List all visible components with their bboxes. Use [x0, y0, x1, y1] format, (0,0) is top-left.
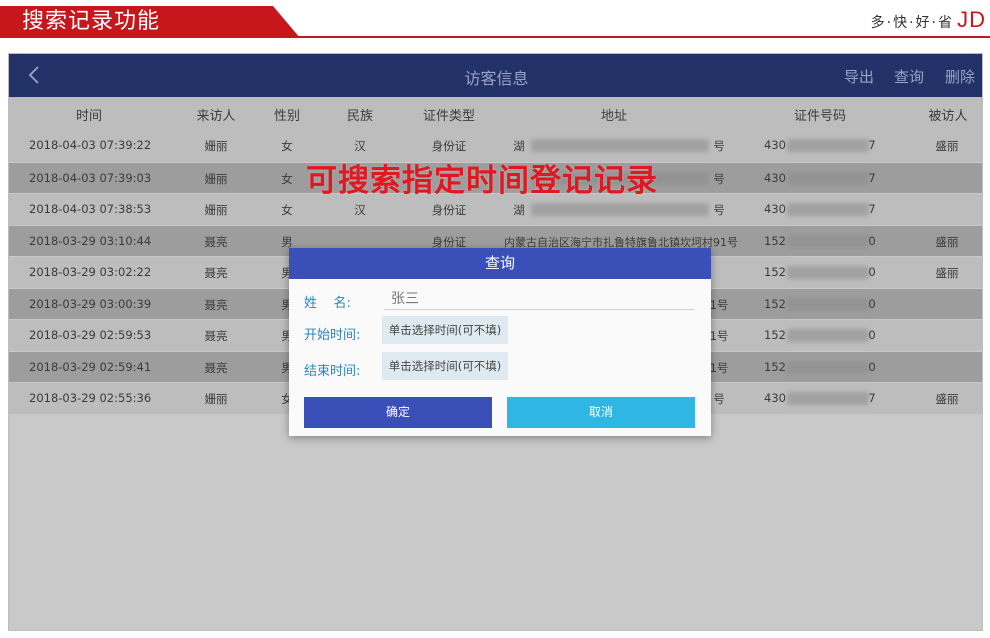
cell-time: 2018-03-29 03:02:22: [29, 265, 152, 279]
cell-id-number-end: 7: [868, 138, 876, 152]
redacted-address: [531, 203, 709, 216]
header-time: 时间: [75, 109, 102, 124]
cell-gender: 女: [281, 203, 293, 217]
cell-id-number-end: 0: [868, 359, 876, 374]
redacted-id-number: [787, 297, 869, 311]
cell-visitor: 聂亮: [204, 234, 228, 249]
query-button[interactable]: 查询: [894, 66, 924, 87]
end-time-picker[interactable]: 单击选择时间(可不填): [382, 352, 508, 380]
redacted-id-number: [787, 203, 869, 216]
name-input[interactable]: 张三: [391, 288, 419, 308]
header-id-type: 证件类型: [422, 109, 475, 124]
cell-id-number-end: 0: [868, 296, 876, 311]
cell-id-number: 152: [764, 233, 786, 248]
name-input-underline: [384, 309, 694, 310]
start-time-label: 开始时间:: [304, 328, 361, 343]
cell-host: 盛丽: [935, 234, 959, 249]
cell-visitor: 姗丽: [204, 392, 228, 406]
name-label: 姓 名:: [304, 296, 351, 311]
top-banner: 搜索记录功能 多·快·好·省 JD: [0, 0, 990, 38]
cell-time: 2018-03-29 02:59:41: [29, 359, 152, 374]
cell-visitor: 姗丽: [204, 139, 228, 153]
banner-title: 搜索记录功能: [22, 9, 161, 34]
cell-id-number-end: 7: [868, 170, 876, 185]
cell-id-number: 152: [764, 328, 786, 342]
cell-id-number: 152: [764, 265, 786, 279]
query-dialog: 查询 姓 名: 张三 开始时间: 单击选择时间(可不填) 结束时间: 单击选择时…: [289, 248, 711, 436]
end-time-label: 结束时间:: [304, 364, 361, 379]
cell-id-number: 430: [764, 391, 786, 405]
cell-id-number: 152: [764, 359, 786, 374]
cell-host: 盛丽: [935, 392, 959, 406]
cell-time: 2018-04-03 07:39:03: [29, 170, 152, 185]
cell-ethnicity: 汉: [354, 139, 366, 153]
cell-visitor: 姗丽: [204, 203, 228, 217]
cell-time: 2018-03-29 03:00:39: [29, 296, 152, 311]
cell-visitor: 姗丽: [204, 171, 228, 186]
delete-button[interactable]: 删除: [945, 66, 975, 87]
cell-id-number: 152: [764, 296, 786, 311]
cell-gender: 女: [281, 171, 293, 186]
redacted-id-number: [787, 139, 869, 152]
banner-underline: [0, 36, 990, 38]
redacted-id-number: [787, 234, 869, 248]
table-header: 时间 来访人 性别 民族 证件类型 地址 证件号码 被访人: [9, 97, 982, 130]
cell-id-number: 430: [764, 202, 786, 216]
cell-id-number-end: 0: [868, 233, 876, 248]
cell-id-number-end: 7: [868, 391, 876, 405]
cell-time: 2018-03-29 02:55:36: [29, 391, 152, 405]
export-button[interactable]: 导出: [844, 66, 874, 87]
dialog-title: 查询: [289, 248, 711, 279]
cell-time: 2018-03-29 03:10:44: [29, 233, 152, 248]
cell-host: 盛丽: [935, 266, 959, 280]
cell-id-number-end: 7: [868, 202, 876, 216]
cell-visitor: 聂亮: [204, 360, 228, 375]
header-id-number: 证件号码: [793, 109, 846, 124]
redacted-id-number: [787, 266, 869, 279]
cell-address: 湖: [513, 203, 525, 217]
cell-id-number: 430: [764, 138, 786, 152]
cell-address-end: 号: [713, 171, 725, 186]
cell-ethnicity: 汉: [354, 203, 366, 217]
cell-address: 湖: [513, 139, 525, 153]
redacted-address: [531, 139, 709, 152]
cell-id-type: 身份证: [431, 139, 467, 153]
header-ethnicity: 民族: [346, 109, 373, 124]
cell-host: 盛丽: [935, 139, 959, 153]
banner-slogan: 多·快·好·省: [870, 15, 954, 31]
redacted-id-number: [787, 171, 869, 185]
cell-time: 2018-04-03 07:38:53: [29, 202, 152, 216]
redacted-id-number: [787, 360, 869, 374]
cell-id-type: 身份证: [431, 203, 467, 217]
cancel-button[interactable]: 取消: [507, 397, 695, 428]
confirm-button[interactable]: 确定: [304, 397, 492, 428]
cell-address-end: 号: [713, 203, 725, 217]
redacted-id-number: [787, 392, 869, 405]
header-host: 被访人: [928, 109, 968, 124]
cell-visitor: 聂亮: [204, 266, 228, 280]
cell-id-number: 430: [764, 170, 786, 185]
jd-logo: JD: [957, 7, 986, 32]
header-gender: 性别: [273, 109, 300, 124]
cell-gender: 女: [281, 139, 293, 153]
cell-visitor: 聂亮: [204, 297, 228, 312]
app-title: 访客信息: [464, 69, 529, 88]
cell-id-number-end: 0: [868, 328, 876, 342]
cell-address-end: 号: [713, 139, 725, 153]
redacted-id-number: [787, 329, 869, 342]
app-bar: 访客信息 导出 查询 删除: [9, 54, 982, 97]
cell-time: 2018-04-03 07:39:22: [29, 138, 152, 152]
start-time-picker[interactable]: 单击选择时间(可不填): [382, 316, 508, 344]
cell-time: 2018-03-29 02:59:53: [29, 328, 152, 342]
header-address: 地址: [600, 109, 627, 124]
cell-visitor: 聂亮: [204, 329, 228, 343]
header-visitor: 来访人: [196, 109, 236, 124]
cell-id-number-end: 0: [868, 265, 876, 279]
overlay-caption: 可搜索指定时间登记记录: [306, 163, 658, 199]
